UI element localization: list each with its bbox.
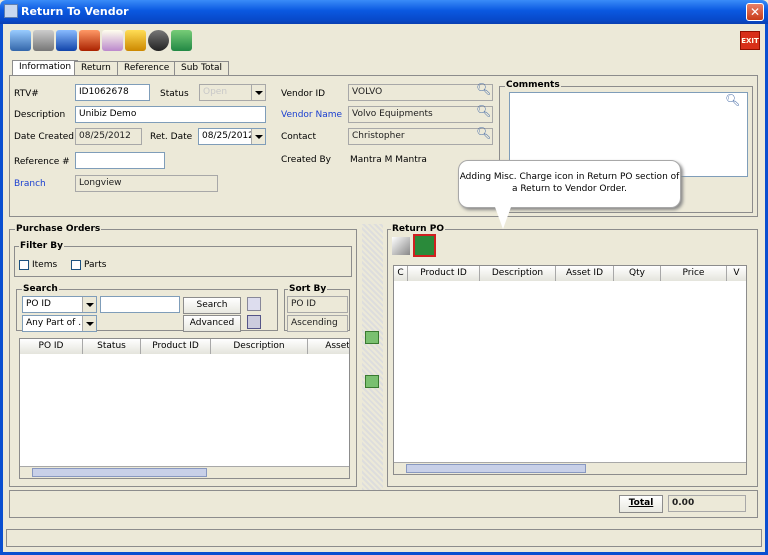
scrollbar-thumb[interactable] [32,468,207,477]
items-label: Items [32,260,58,270]
column-header[interactable]: Description [480,266,556,281]
callout-pointer [495,207,511,229]
branch-field: Longview [75,175,218,192]
column-header[interactable]: V [727,266,746,281]
tab-reference[interactable]: Reference [117,61,177,75]
filter-group [14,246,352,277]
purchase-orders-table[interactable]: PO ID Status Product ID Description Asse… [19,338,350,479]
total-button[interactable]: Total [619,495,663,513]
chevron-down-icon[interactable] [82,316,96,331]
close-button[interactable]: ✕ [746,3,764,21]
horizontal-scrollbar[interactable] [394,462,746,474]
total-value: 0.00 [668,495,746,512]
ret-date-label: Ret. Date [150,132,193,142]
reference-label: Reference # [14,157,70,167]
column-header[interactable]: C [394,266,408,281]
tab-return[interactable]: Return [74,61,118,75]
contact-field[interactable]: Christopher [348,128,493,145]
horizontal-scrollbar[interactable] [20,466,349,478]
filter-title: Filter By [19,241,65,251]
parts-checkbox[interactable] [71,260,81,270]
column-header[interactable]: Product ID [408,266,480,281]
wrench-icon[interactable] [392,237,410,255]
date-created-field: 08/25/2012 [75,128,142,145]
print-icon[interactable] [10,30,31,51]
splitter[interactable] [362,224,383,490]
window-title: Return To Vendor [21,5,129,18]
search-icon[interactable]: 🔍︎ [476,82,491,96]
column-header[interactable]: Description [211,339,308,354]
scrollbar-thumb[interactable] [406,464,586,473]
chevron-down-icon[interactable] [251,85,265,100]
vendor-name-link[interactable]: Vendor Name [281,110,342,120]
tab-sub-total[interactable]: Sub Total [174,61,230,75]
edit-icon[interactable] [102,30,123,51]
rtv-label: RTV# [14,89,39,99]
exit-button[interactable]: EXIT [740,31,760,50]
move-left-arrow-icon[interactable] [365,331,379,344]
title-bar: Return To Vendor ✕ [0,0,768,24]
advanced-button[interactable]: Advanced [183,315,241,332]
date-created-label: Date Created [14,132,74,142]
search-mode-select[interactable]: Any Part of ... [22,315,97,332]
created-by-value: Mantra M Mantra [350,155,427,165]
app-icon [4,4,18,18]
reference-field[interactable] [75,152,165,169]
search-icon[interactable]: 🔍︎ [476,126,491,140]
search-input[interactable] [100,296,180,313]
tab-information[interactable]: Information [12,60,79,75]
column-header[interactable]: Asset [308,339,349,354]
lookup-icon[interactable] [125,30,146,51]
search-icon[interactable]: 🔍︎ [725,93,740,107]
chevron-down-icon[interactable] [82,297,96,312]
book-icon[interactable] [171,30,192,51]
description-field[interactable]: Unibiz Demo [75,106,266,123]
move-right-arrow-icon[interactable] [365,375,379,388]
items-checkbox[interactable] [19,260,29,270]
comments-title: Comments [505,80,561,90]
advanced-search-icon[interactable] [247,315,261,329]
branch-link[interactable]: Branch [14,179,46,189]
search-button[interactable]: Search [183,297,241,314]
annotation-callout: Adding Misc. Charge icon in Return PO se… [458,160,681,208]
purchase-orders-title: Purchase Orders [15,224,102,234]
chevron-down-icon[interactable] [251,129,265,144]
column-header[interactable]: Asset ID [556,266,614,281]
contact-label: Contact [281,132,317,142]
status-label: Status [160,89,189,99]
return-po-table[interactable]: C Product ID Description Asset ID Qty Pr… [393,265,747,475]
vendor-name-field[interactable]: Volvo Equipments [348,106,493,123]
status-select[interactable]: Open [199,84,266,101]
rtv-field[interactable]: ID1062678 [75,84,150,101]
save-icon[interactable] [56,30,77,51]
parts-label: Parts [84,260,107,270]
column-header[interactable]: Product ID [141,339,211,354]
column-header[interactable]: Qty [614,266,661,281]
status-bar [6,529,762,547]
return-po-title: Return PO [391,224,445,234]
search-icon[interactable]: 🔍︎ [476,104,491,118]
search-field-select[interactable]: PO ID [22,296,97,313]
created-by-label: Created By [281,155,331,165]
misc-charge-icon[interactable] [413,234,436,257]
ret-date-select[interactable]: 08/25/2012 [198,128,266,145]
search-icon[interactable] [247,297,261,311]
sort-field[interactable]: PO ID [287,296,348,313]
delete-icon[interactable] [79,30,100,51]
description-label: Description [14,110,66,120]
column-header[interactable]: Price [661,266,727,281]
search-title: Search [22,284,59,294]
options-icon[interactable] [148,30,169,51]
column-header[interactable]: Status [83,339,141,354]
vendor-id-label: Vendor ID [281,89,326,99]
column-header[interactable]: PO ID [20,339,83,354]
preview-icon[interactable] [33,30,54,51]
vendor-id-field[interactable]: VOLVO [348,84,493,101]
sort-order[interactable]: Ascending [287,315,348,332]
sort-title: Sort By [288,284,328,294]
